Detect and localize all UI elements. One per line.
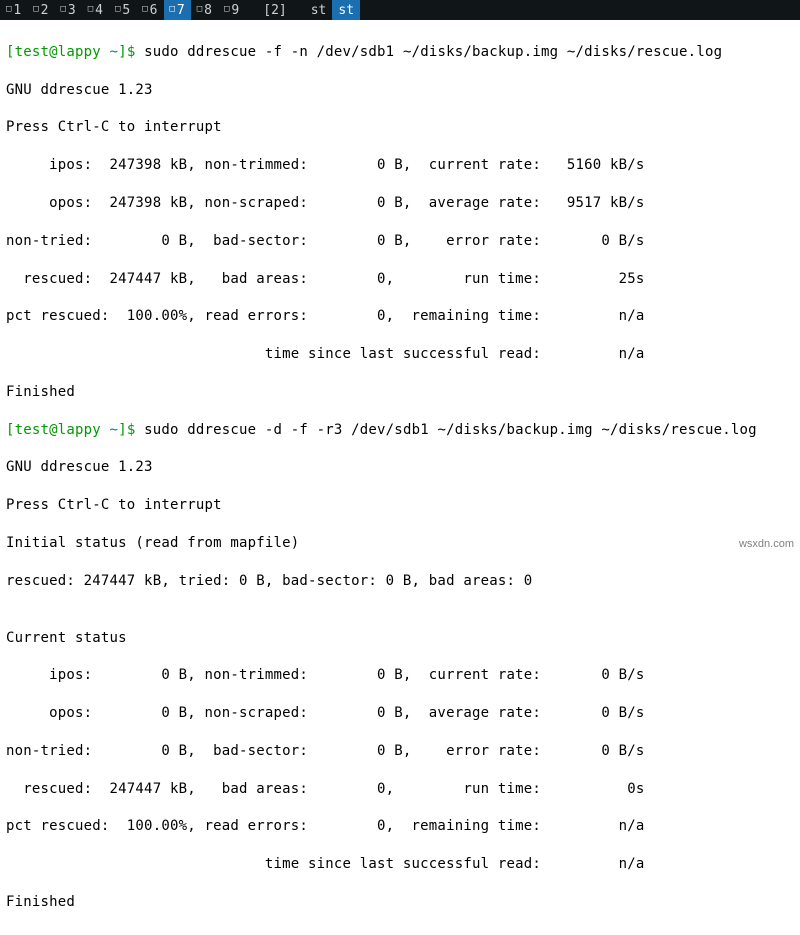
terminal-output[interactable]: [test@lappy ~]$ sudo ddrescue -f -n /dev… xyxy=(0,20,800,935)
prompt-line-1: [test@lappy ~]$ sudo ddrescue -f -n /dev… xyxy=(6,43,794,62)
output-line: rescued: 247447 kB, bad areas: 0, run ti… xyxy=(6,780,794,799)
workspace-tab-9[interactable]: □9 xyxy=(218,0,245,20)
output-line: non-tried: 0 B, bad-sector: 0 B, error r… xyxy=(6,232,794,251)
workspace-tab-5[interactable]: □5 xyxy=(109,0,136,20)
watermark: wsxdn.com xyxy=(739,538,794,550)
output-line: GNU ddrescue 1.23 xyxy=(6,81,794,100)
output-line: ipos: 247398 kB, non-trimmed: 0 B, curre… xyxy=(6,156,794,175)
workspace-tab-3[interactable]: □3 xyxy=(55,0,82,20)
command-text: sudo ddrescue -f -n /dev/sdb1 ~/disks/ba… xyxy=(144,44,722,60)
prompt-user: [test@lappy xyxy=(6,44,110,60)
output-line: pct rescued: 100.00%, read errors: 0, re… xyxy=(6,307,794,326)
workspace-tab-7[interactable]: □7 xyxy=(164,0,191,20)
workspace-tab-6[interactable]: □6 xyxy=(136,0,163,20)
output-line: opos: 247398 kB, non-scraped: 0 B, avera… xyxy=(6,194,794,213)
output-line: Finished xyxy=(6,893,794,912)
output-line: Finished xyxy=(6,383,794,402)
output-line: opos: 0 B, non-scraped: 0 B, average rat… xyxy=(6,704,794,723)
workspace-tabbar: □1 □2 □3 □4 □5 □6 □7 □8 □9 [2] st st xyxy=(0,0,800,20)
output-line: time since last successful read: n/a xyxy=(6,855,794,874)
prompt-user: [test@lappy xyxy=(6,422,110,438)
output-line: rescued: 247447 kB, bad areas: 0, run ti… xyxy=(6,270,794,289)
output-line: time since last successful read: n/a xyxy=(6,345,794,364)
output-line: pct rescued: 100.00%, read errors: 0, re… xyxy=(6,817,794,836)
workspace-tab-1[interactable]: □1 xyxy=(0,0,27,20)
command-text: sudo ddrescue -d -f -r3 /dev/sdb1 ~/disk… xyxy=(144,422,757,438)
prompt-line-2: [test@lappy ~]$ sudo ddrescue -d -f -r3 … xyxy=(6,421,794,440)
output-line: Press Ctrl-C to interrupt xyxy=(6,496,794,515)
output-line: Initial status (read from mapfile) xyxy=(6,534,794,553)
window-tab-st-1[interactable]: st xyxy=(305,0,333,20)
workspace-tab-8[interactable]: □8 xyxy=(191,0,218,20)
window-tab-st-2[interactable]: st xyxy=(332,0,360,20)
prompt-path: ~ xyxy=(110,422,119,438)
output-line: ipos: 0 B, non-trimmed: 0 B, current rat… xyxy=(6,666,794,685)
workspace-tab-4[interactable]: □4 xyxy=(82,0,109,20)
output-line: Press Ctrl-C to interrupt xyxy=(6,118,794,137)
output-line: non-tried: 0 B, bad-sector: 0 B, error r… xyxy=(6,742,794,761)
output-line: Current status xyxy=(6,629,794,648)
workspace-tab-2[interactable]: □2 xyxy=(27,0,54,20)
output-line: GNU ddrescue 1.23 xyxy=(6,458,794,477)
prompt-path: ~ xyxy=(110,44,119,60)
output-line: rescued: 247447 kB, tried: 0 B, bad-sect… xyxy=(6,572,794,591)
window-count: [2] xyxy=(257,0,292,20)
